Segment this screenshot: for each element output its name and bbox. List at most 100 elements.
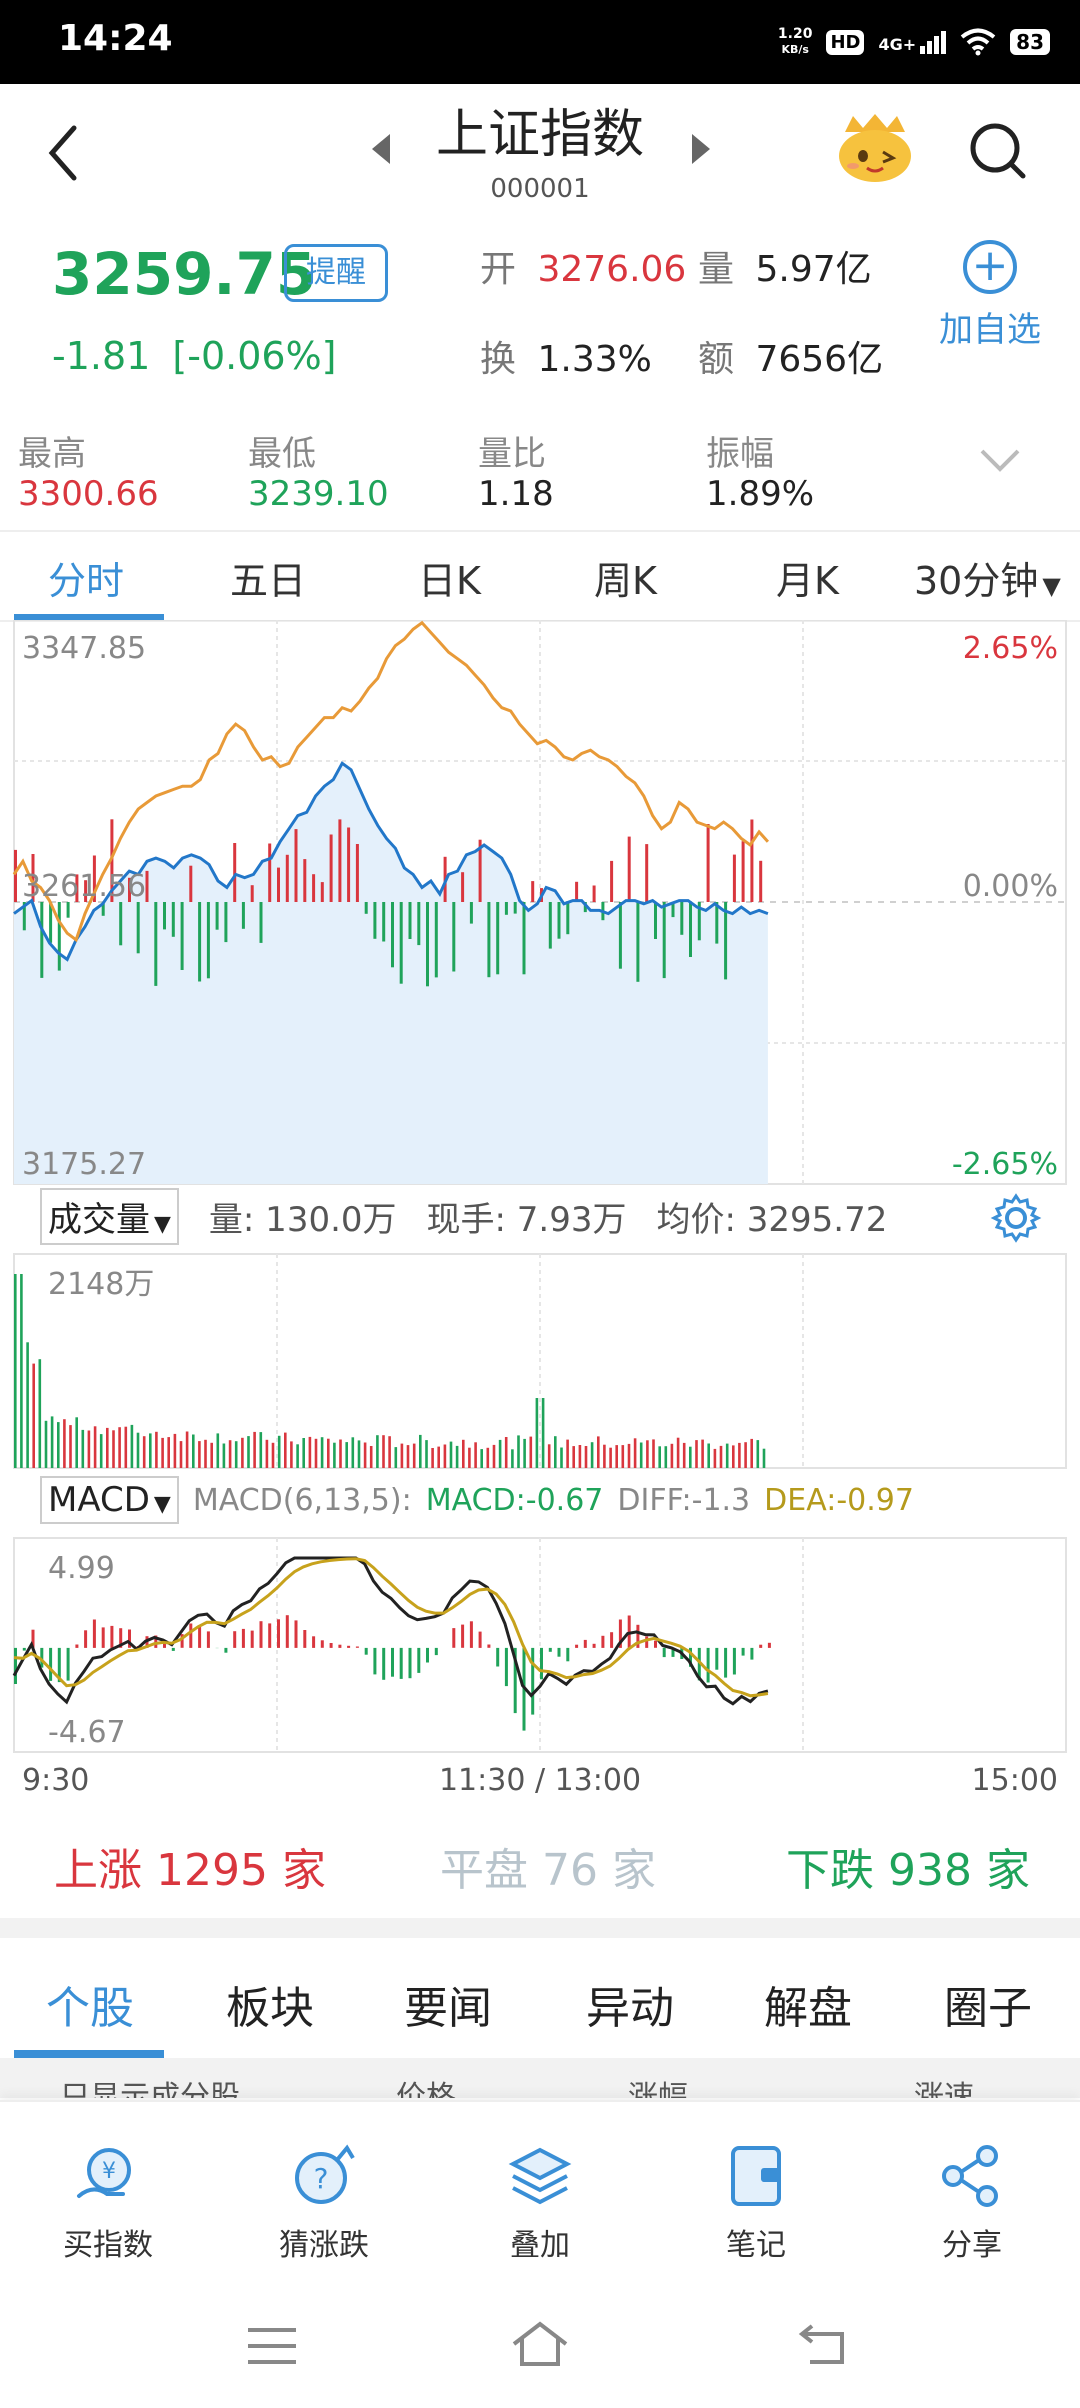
market-breadth: 上涨 1295 家 平盘 76 家 下跌 938 家 — [0, 1800, 1080, 1920]
volume-bar — [431, 1448, 434, 1468]
buy-index-button[interactable]: ¥ 买指数 — [38, 2144, 178, 2264]
volume-bar — [725, 1443, 729, 1468]
volume-axis-max: 2148万 — [48, 1267, 154, 1302]
volume-bar — [69, 1425, 72, 1468]
macd-header: MACD ▼ MACD(6,13,5): MACD:-0.67 DIFF:-1.3… — [40, 1476, 914, 1524]
note-button[interactable]: 笔记 — [686, 2144, 826, 2264]
macd-bar — [540, 1647, 543, 1680]
chart-area[interactable]: 3347.85 3261.56 3175.27 2.65% 0.00% -2.65% 214… — [0, 620, 1080, 1800]
minute-bar — [706, 824, 710, 902]
period-tabs: 分时 五日 日K 周K 月K 30分钟 ▼ — [0, 530, 1080, 622]
tab-community[interactable]: 圈子 — [944, 1972, 1032, 2036]
volume-bar — [633, 1438, 637, 1468]
share-button[interactable]: 分享 — [902, 2144, 1042, 2264]
macd-bar — [250, 1630, 254, 1648]
volume-bar — [161, 1437, 164, 1468]
macd-bar — [347, 1645, 351, 1648]
minute-bar — [347, 827, 351, 902]
minute-bar — [575, 881, 579, 902]
macd-bar — [724, 1647, 728, 1678]
column-speed[interactable]: 涨速 — [914, 2072, 974, 2098]
next-index-icon[interactable] — [688, 132, 714, 166]
macd-bar — [364, 1647, 368, 1655]
macd-bar — [767, 1642, 771, 1648]
menu-icon[interactable] — [244, 2324, 300, 2368]
column-price[interactable]: 价格 — [396, 2072, 456, 2098]
volume-bar — [750, 1438, 753, 1468]
macd-bar — [198, 1625, 202, 1648]
macd-bar — [382, 1647, 386, 1680]
x-tick-close: 15:00 — [972, 1763, 1058, 1798]
minute-bar — [259, 902, 263, 943]
macd-bar — [268, 1623, 272, 1648]
tab-news[interactable]: 要闻 — [404, 1972, 492, 2036]
volume-bar — [167, 1437, 170, 1468]
volume-bar — [382, 1435, 385, 1468]
macd-bar — [110, 1625, 114, 1648]
macd-indicator-select[interactable]: MACD ▼ — [40, 1476, 179, 1524]
share-icon — [942, 2145, 998, 2207]
components-only-toggle[interactable]: 只显示成分股 — [60, 2072, 240, 2098]
macd-bar — [417, 1647, 421, 1673]
stat-label: 最高 — [18, 434, 86, 474]
tab-stocks[interactable]: 个股 — [46, 1972, 134, 2036]
volume-bar — [81, 1429, 85, 1468]
minute-bar — [320, 882, 324, 902]
macd-bar — [592, 1643, 596, 1648]
tab-sectors[interactable]: 板块 — [226, 1972, 314, 2036]
down-count: 下跌 938 家 — [786, 1834, 1030, 1898]
macd-bar — [741, 1647, 745, 1656]
home-icon[interactable] — [510, 2318, 570, 2370]
macd-bar — [312, 1636, 316, 1648]
minute-bar — [566, 902, 570, 935]
plus-icon: + — [963, 240, 1017, 294]
volume-bar — [75, 1417, 78, 1468]
volume-bar — [517, 1435, 520, 1468]
tab-intraday[interactable]: 分时 — [48, 550, 124, 605]
down-unit: 家 — [985, 1845, 1030, 1896]
column-change[interactable]: 涨幅 — [628, 2072, 688, 2098]
tab-monthly-k[interactable]: 月K — [776, 550, 839, 605]
volume-bar — [652, 1439, 655, 1468]
mascot-icon[interactable] — [835, 112, 915, 184]
macd-bar — [189, 1623, 193, 1648]
index-code: 000001 — [490, 174, 590, 204]
volume-bar — [468, 1447, 471, 1468]
minute-bar — [504, 902, 508, 915]
macd-bar — [373, 1647, 377, 1675]
net-speed-value: 1.20 — [777, 26, 813, 42]
current-price: 3259.75 — [52, 240, 317, 308]
volume-bar — [719, 1445, 723, 1468]
tab-analysis[interactable]: 解盘 — [764, 1972, 852, 2036]
macd-bar — [461, 1624, 465, 1648]
add-watchlist-button[interactable]: + 加自选 — [930, 240, 1050, 370]
flat-value: 76 — [542, 1845, 598, 1896]
last-volume-info: 现手: 7.93万 — [426, 1200, 627, 1240]
back-nav-icon[interactable] — [798, 2320, 854, 2368]
remind-button[interactable]: 提醒 — [284, 244, 388, 302]
macd-bar — [566, 1647, 570, 1662]
overlay-button[interactable]: 叠加 — [470, 2144, 610, 2264]
volume-indicator-select[interactable]: 成交量 ▼ — [40, 1188, 179, 1245]
tab-weekly-k[interactable]: 周K — [594, 550, 657, 605]
guess-button[interactable]: ? 猜涨跌 — [254, 2144, 394, 2264]
tab-30min[interactable]: 30分钟 ▼ — [914, 550, 1061, 605]
dea-line — [13, 1557, 769, 1698]
search-icon[interactable] — [965, 118, 1029, 182]
volume-bar — [136, 1432, 140, 1468]
minute-bar — [645, 844, 649, 902]
volume-bar — [271, 1442, 275, 1468]
minute-bar — [496, 902, 500, 975]
tab-five-day[interactable]: 五日 — [230, 550, 306, 605]
avg-price-info: 均价: 3295.72 — [656, 1200, 888, 1240]
minute-bar — [198, 902, 202, 982]
tab-movers[interactable]: 异动 — [586, 1972, 674, 2036]
gear-icon[interactable] — [990, 1192, 1042, 1244]
buy-index-icon: ¥ — [77, 2148, 131, 2198]
macd-bar — [504, 1647, 508, 1687]
volume-bar — [419, 1434, 422, 1468]
macd-bar — [452, 1628, 456, 1648]
chevron-down-icon[interactable] — [978, 445, 1022, 475]
tab-daily-k[interactable]: 日K — [418, 550, 481, 605]
volume-bar — [198, 1441, 201, 1468]
